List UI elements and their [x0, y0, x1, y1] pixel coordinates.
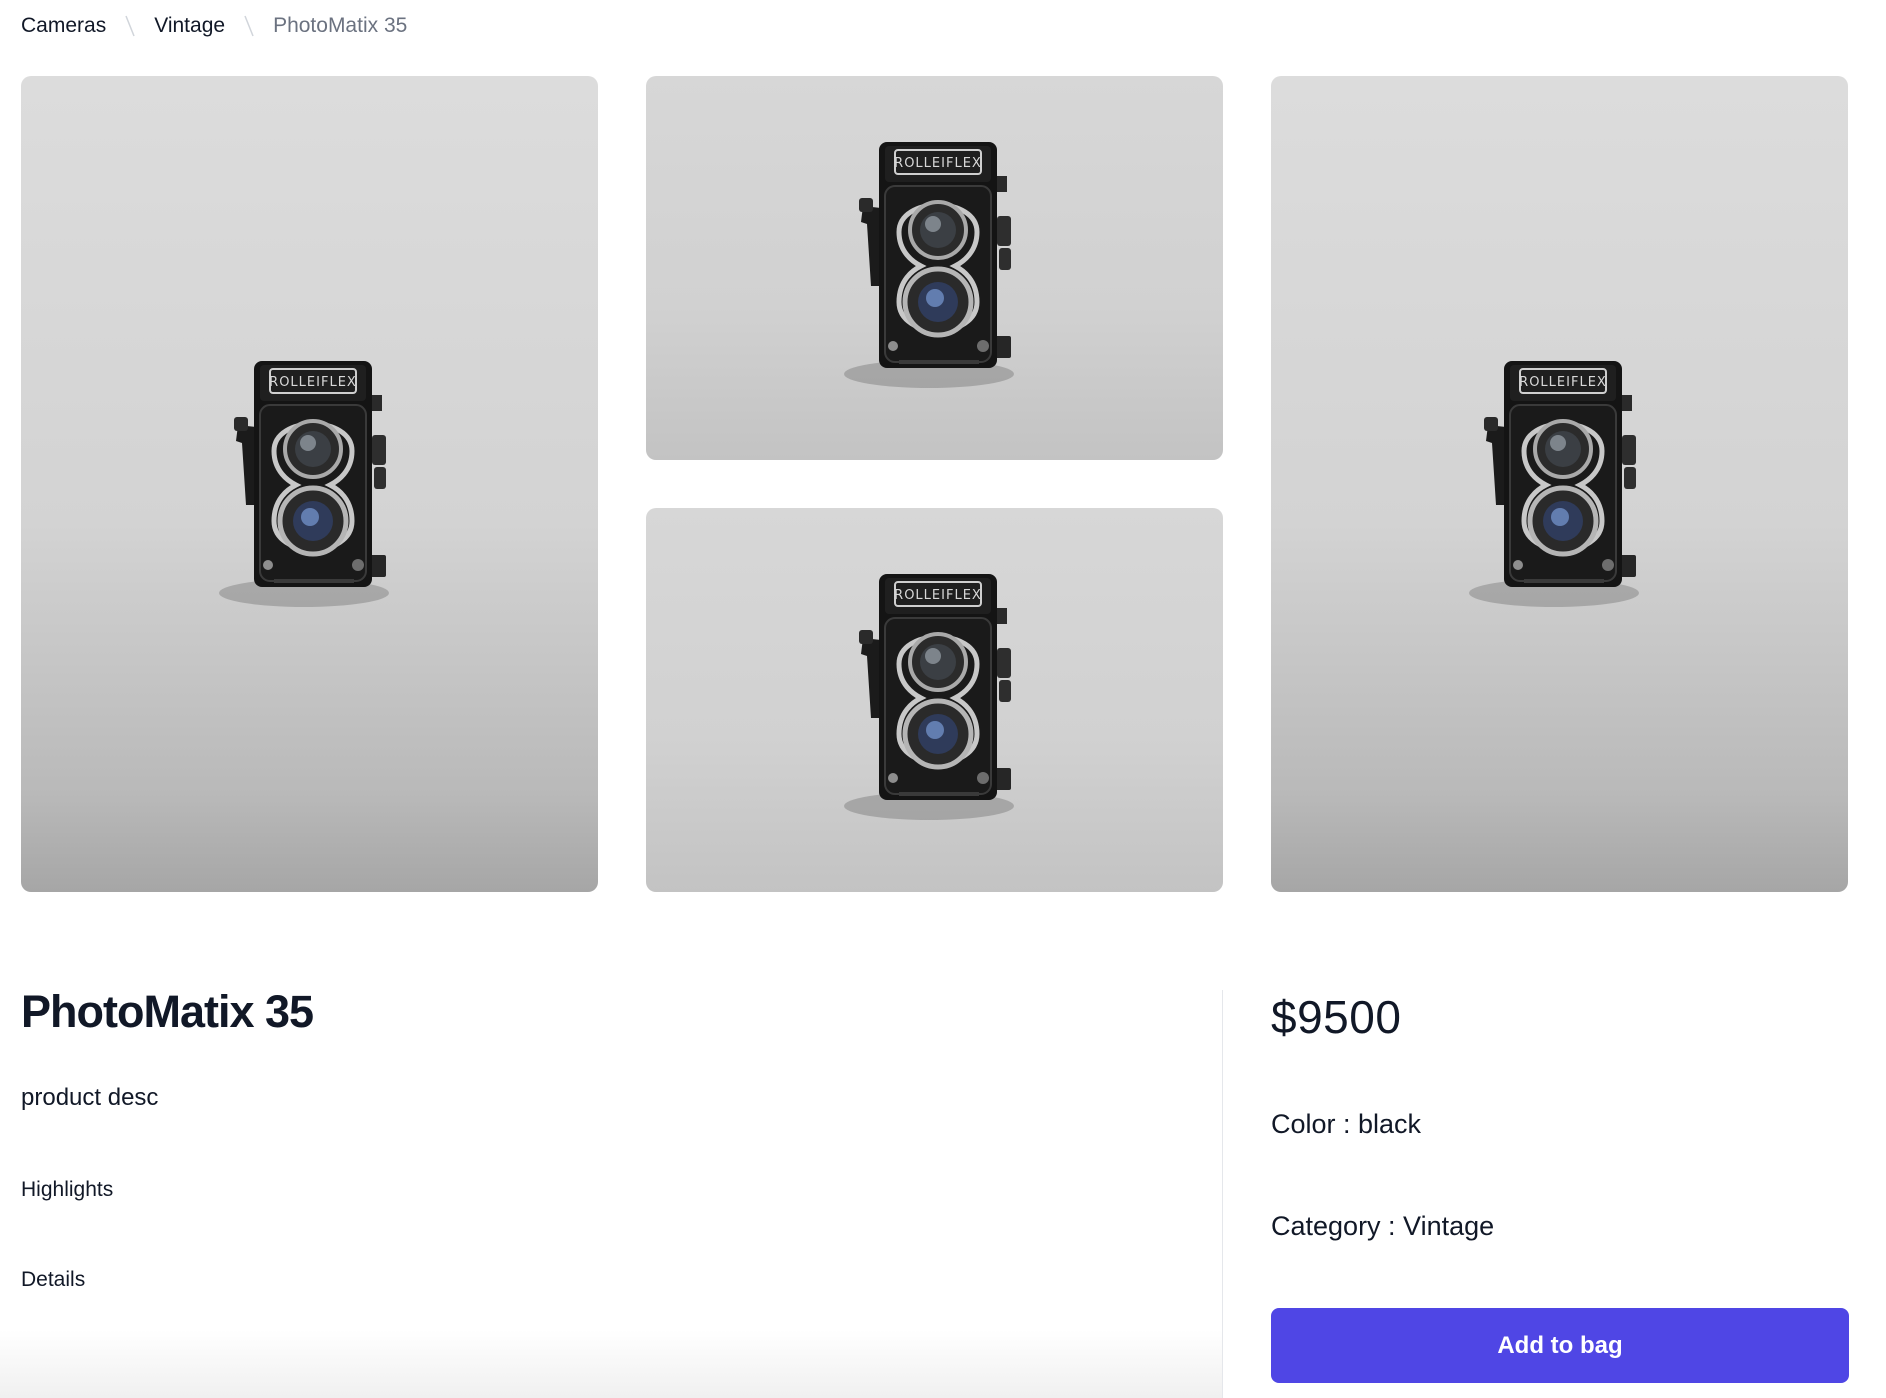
camera-photo	[209, 351, 409, 607]
product-category: Category : Vintage	[1271, 1211, 1495, 1241]
breadcrumb-link-cameras[interactable]: Cameras	[21, 14, 106, 38]
bottom-scroll-shadow	[0, 1330, 1222, 1398]
breadcrumb: Cameras Vintage PhotoMatix 35	[21, 10, 407, 42]
product-image-gallery	[21, 76, 1848, 892]
breadcrumb-link-vintage[interactable]: Vintage	[154, 14, 225, 38]
details-heading: Details	[21, 1268, 86, 1291]
highlights-heading: Highlights	[21, 1178, 114, 1201]
product-image-secondary-bottom[interactable]	[646, 508, 1223, 892]
camera-photo	[1459, 351, 1659, 607]
breadcrumb-current-page[interactable]: PhotoMatix 35	[273, 14, 407, 38]
product-image-featured[interactable]	[1271, 76, 1848, 892]
camera-photo	[834, 564, 1034, 820]
product-page: Cameras Vintage PhotoMatix 35 PhotoMatix…	[0, 0, 1886, 1398]
camera-photo	[834, 132, 1034, 388]
product-title: PhotoMatix 35	[21, 986, 314, 1037]
column-divider	[1222, 990, 1223, 1398]
product-image-secondary-top[interactable]	[646, 76, 1223, 460]
product-description: product desc	[21, 1084, 159, 1111]
add-to-bag-button[interactable]: Add to bag	[1271, 1308, 1849, 1383]
backslash-divider-icon	[106, 15, 154, 37]
backslash-divider-icon	[225, 15, 273, 37]
product-price: $9500	[1271, 991, 1402, 1043]
product-color: Color : black	[1271, 1109, 1422, 1139]
product-image-main[interactable]	[21, 76, 598, 892]
